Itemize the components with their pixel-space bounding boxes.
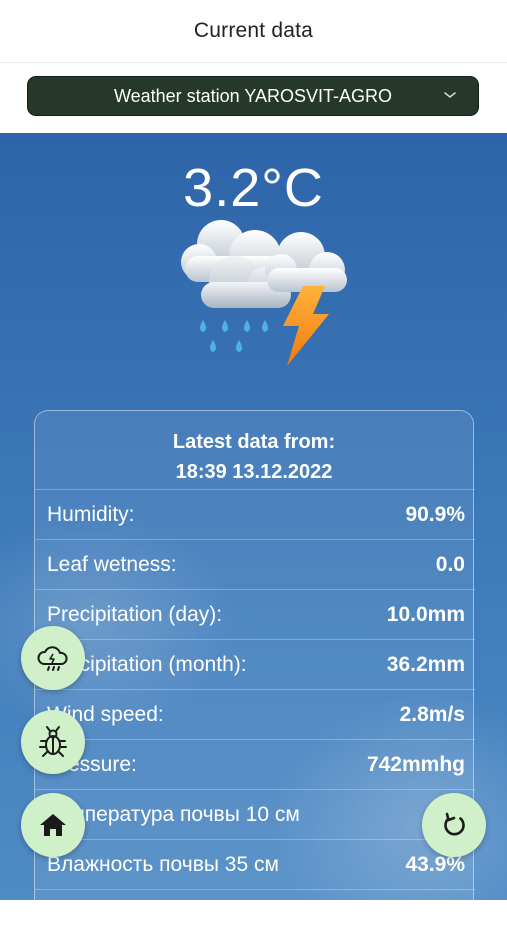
latest-data-timestamp: 18:39 13.12.2022 <box>175 461 333 483</box>
refresh-icon <box>444 812 465 836</box>
data-row-wind-speed: Wind speed: 2.8m/s <box>35 689 475 739</box>
station-select[interactable]: Weather station YAROSVIT-AGRO <box>27 76 479 116</box>
bug-icon <box>39 726 67 757</box>
refresh-button[interactable] <box>422 793 486 857</box>
pests-button[interactable] <box>21 710 85 774</box>
station-select-value: Weather station YAROSVIT-AGRO <box>113 85 393 106</box>
row-label: Humidity: <box>47 502 135 526</box>
home-icon <box>40 814 66 836</box>
row-label: Влажность почвы 35 см <box>47 852 279 876</box>
data-row-pressure: Pressure: 742mmhg <box>35 739 475 789</box>
chevron-down-icon <box>444 92 456 99</box>
weather-forecast-button[interactable] <box>21 626 85 690</box>
app-header: Current data <box>0 0 507 63</box>
data-row-next <box>35 889 475 939</box>
data-row-leaf-wetness: Leaf wetness: 0.0 <box>35 539 475 589</box>
data-row-humidity: Humidity: 90.9% <box>35 489 475 539</box>
latest-data-header: Latest data from: 18:39 13.12.2022 <box>35 427 473 487</box>
data-row-precipitation-month: Precipitation (month): 36.2mm <box>35 639 475 689</box>
row-value: 36.2mm <box>386 652 465 676</box>
cloud-rain-thunder-icon <box>181 220 347 366</box>
temperature-value: 3.2°C <box>183 158 324 218</box>
row-value: 90.9% <box>405 502 465 526</box>
row-value: 2.8m/s <box>399 702 465 726</box>
row-value: 0.0 <box>435 552 465 576</box>
latest-data-label: Latest data from: <box>172 431 336 453</box>
row-label: Precipitation (day): <box>47 602 223 626</box>
station-select-area: Weather station YAROSVIT-AGRO <box>0 63 507 133</box>
row-label: Leaf wetness: <box>47 552 177 576</box>
row-value: 742mmhg <box>366 752 465 776</box>
latest-data-card: Latest data from: 18:39 13.12.2022 Humid… <box>34 410 475 930</box>
data-row-soil-temperature: Температура почвы 10 см 8. <box>35 789 475 839</box>
cloud-weather-icon <box>37 646 68 671</box>
home-button[interactable] <box>21 793 85 857</box>
page-title: Current data <box>193 19 314 42</box>
data-row-precipitation-day: Precipitation (day): 10.0mm <box>35 589 475 639</box>
row-value: 10.0mm <box>386 602 465 626</box>
data-row-soil-moisture: Влажность почвы 35 см 43.9% <box>35 839 475 889</box>
